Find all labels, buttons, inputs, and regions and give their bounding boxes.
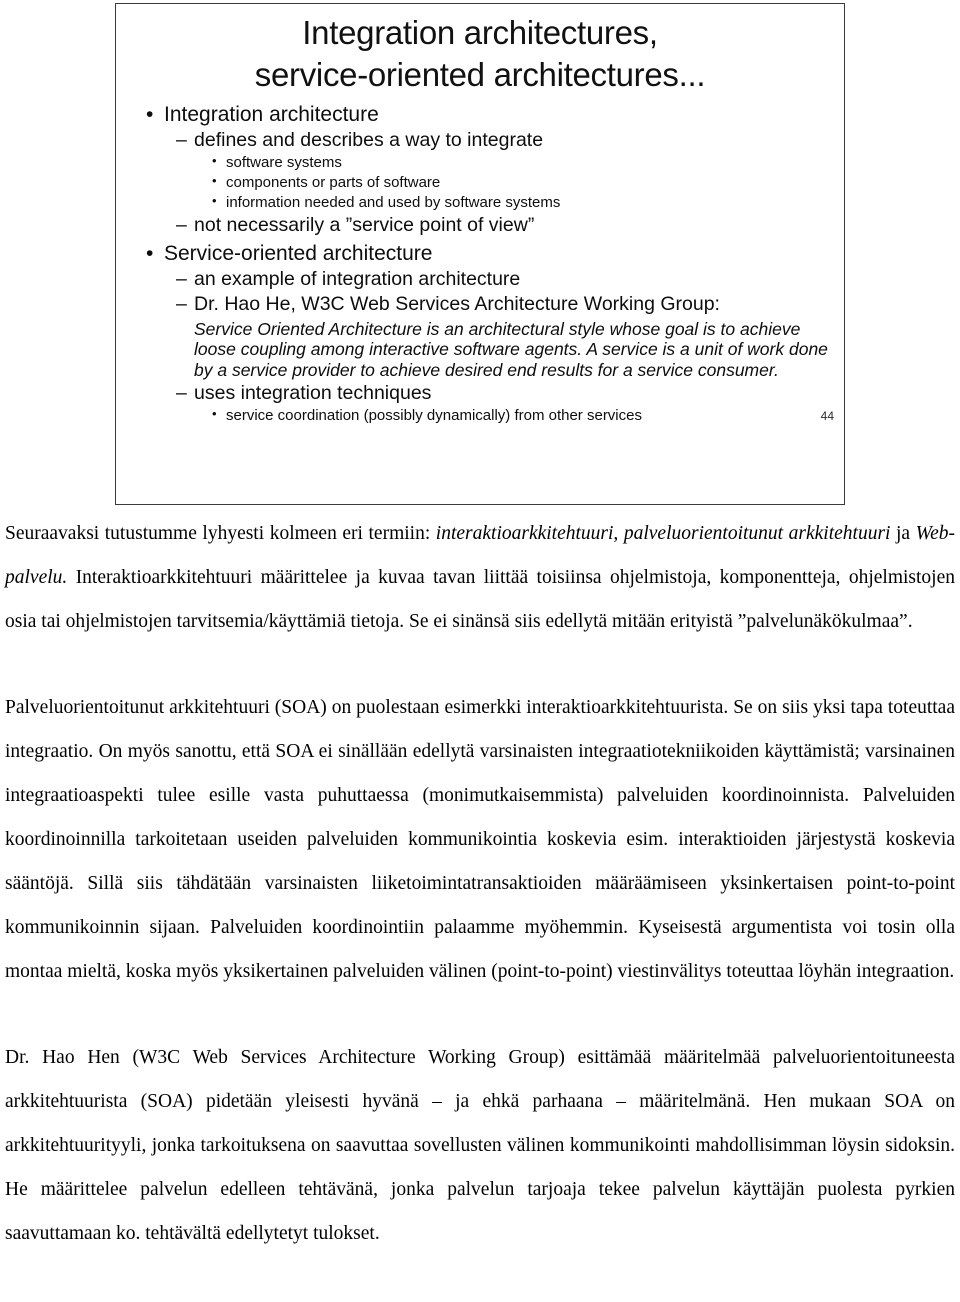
- paragraph-1-part-b: ja: [890, 523, 916, 544]
- dash-icon: –: [176, 267, 187, 290]
- paragraph-1: Seuraavaksi tutustumme lyhyesti kolmeen …: [5, 512, 955, 644]
- bullet-dot-icon: •: [212, 193, 217, 209]
- slide-item-label: service coordination (possibly dynamical…: [226, 406, 642, 424]
- bullet-dot-icon: •: [212, 405, 217, 421]
- slide-subbullet-example: – an example of integration architecture: [138, 267, 834, 292]
- dash-icon: –: [176, 293, 187, 316]
- bullet-dot-icon: •: [212, 153, 217, 169]
- slide-bullet-label: Integration architecture: [164, 102, 379, 126]
- bullet-dot-icon: •: [146, 241, 154, 265]
- paragraph-1-part-a: Seuraavaksi tutustumme lyhyesti kolmeen …: [5, 523, 436, 544]
- slide-quote-soa-definition: Service Oriented Architecture is an arch…: [194, 318, 828, 380]
- bullet-dot-icon: •: [146, 102, 154, 126]
- slide-subbullet-label: uses integration techniques: [194, 381, 432, 404]
- slide-subbullet-uses-integration: – uses integration techniques: [138, 381, 834, 406]
- paragraph-2: Palveluorientoitunut arkkitehtuuri (SOA)…: [5, 697, 955, 982]
- dash-icon: –: [176, 214, 187, 237]
- slide-item-service-coordination: • service coordination (possibly dynamic…: [138, 406, 763, 426]
- paragraph-1-emphasis-1: interaktioarkkitehtuuri, palveluorientoi…: [435, 523, 891, 544]
- bullet-dot-icon: •: [212, 173, 217, 189]
- slide-item-label: components or parts of software: [226, 174, 441, 192]
- slide-item-information: • information needed and used by softwar…: [138, 193, 834, 213]
- slide-item-service-coordination-row: • service coordination (possibly dynamic…: [138, 406, 834, 426]
- slide-page-number: 44: [820, 408, 834, 423]
- slide-subbullet-not-necessarily: – not necessarily a ”service point of vi…: [138, 213, 834, 238]
- slide-subbullet-defines: – defines and describes a way to integra…: [138, 128, 834, 153]
- slide-figure: Integration architectures, service-orien…: [115, 3, 845, 505]
- slide-subbullet-label: an example of integration architecture: [194, 267, 521, 290]
- document-body: Seuraavaksi tutustumme lyhyesti kolmeen …: [5, 512, 955, 1256]
- slide-item-label: information needed and used by software …: [226, 194, 561, 212]
- slide-title: Integration architectures, service-orien…: [254, 14, 706, 93]
- slide-item-components: • components or parts of software: [138, 173, 834, 193]
- slide-item-software-systems: • software systems: [138, 153, 834, 173]
- dash-icon: –: [176, 129, 187, 152]
- dash-icon: –: [176, 381, 187, 404]
- slide-content: • Integration architecture – defines and…: [116, 96, 844, 426]
- slide-subbullet-label: not necessarily a ”service point of view…: [194, 214, 535, 237]
- paragraph-3: Dr. Hao Hen (W3C Web Services Architectu…: [5, 1047, 955, 1244]
- slide-subbullet-hao-he-attribution: – Dr. Hao He, W3C Web Services Architect…: [138, 292, 834, 317]
- paragraph-1-part-c: Interaktioarkkitehtuuri määrittelee ja k…: [5, 567, 955, 632]
- slide-subbullet-label: defines and describes a way to integrate: [194, 129, 544, 152]
- slide-subbullet-label: Dr. Hao He, W3C Web Services Architectur…: [194, 293, 720, 316]
- slide-bullet-integration-architecture: • Integration architecture: [138, 101, 834, 128]
- slide-item-label: software systems: [226, 154, 342, 172]
- slide-bullet-label: Service-oriented architecture: [164, 241, 433, 265]
- slide-bullet-service-oriented-architecture: • Service-oriented architecture: [138, 240, 834, 267]
